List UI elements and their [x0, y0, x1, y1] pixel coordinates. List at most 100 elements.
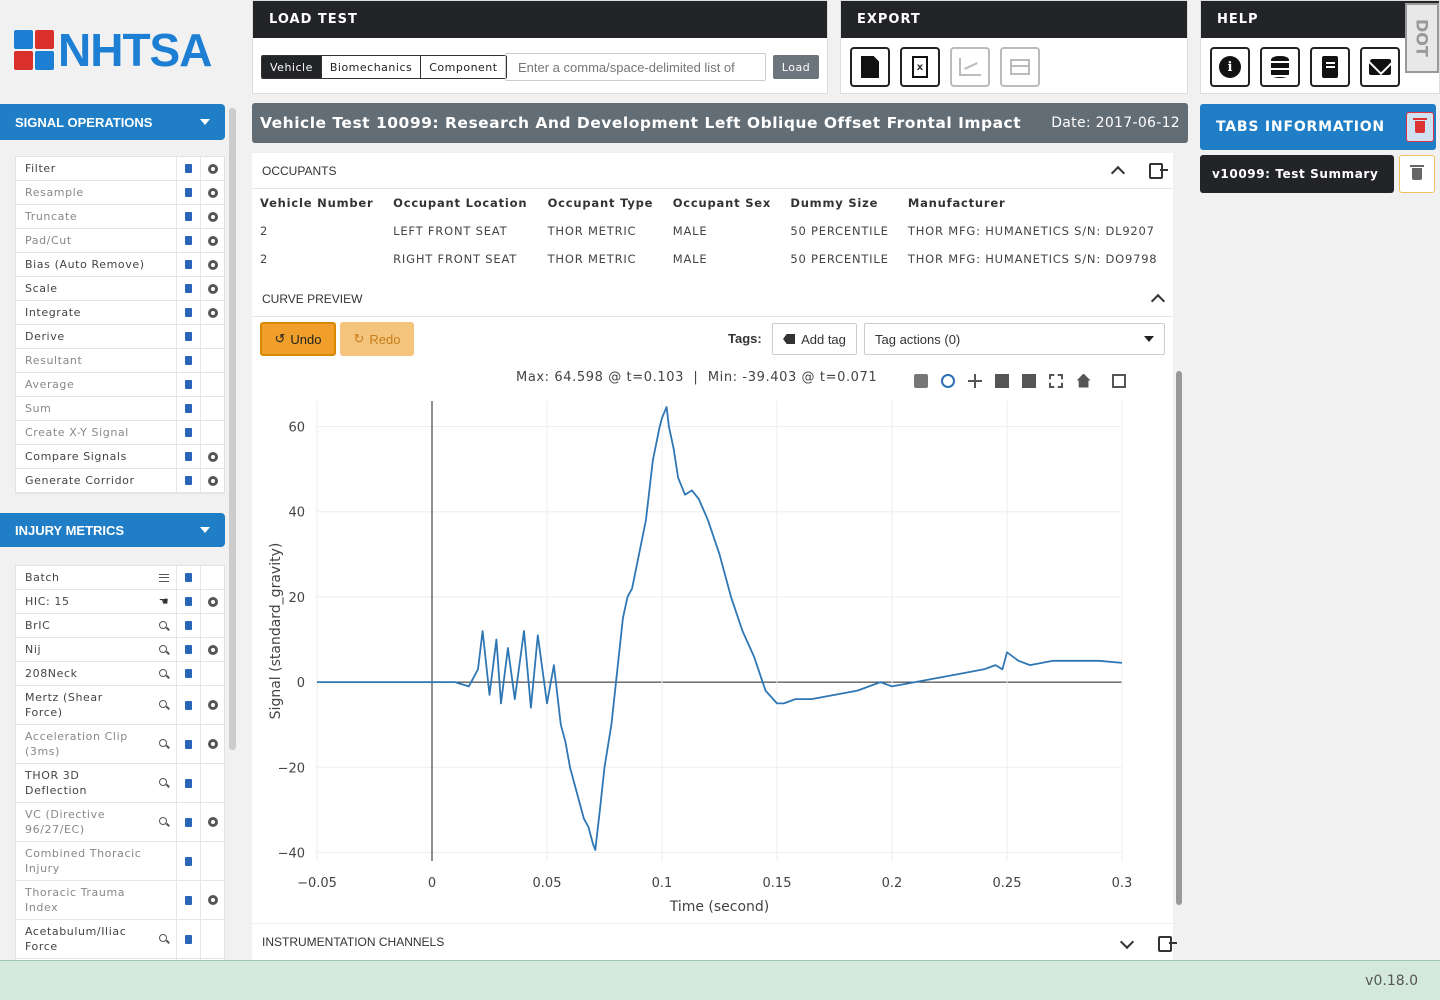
sidebar-row[interactable]: Derive — [16, 325, 224, 349]
sidebar-row[interactable]: Acetabulum/Iliac Force — [16, 920, 224, 959]
zoom-out-icon[interactable] — [1022, 373, 1037, 388]
curve-chart[interactable]: −40 −20 0 20 40 60 −0.05 0 0.05 0.1 0.15 0.2 0.25 0.3… — [252, 391, 1173, 923]
metric-search-cell[interactable] — [152, 614, 176, 637]
zoom-in-icon[interactable] — [995, 373, 1010, 388]
sidebar-row[interactable]: Integrate — [16, 301, 224, 325]
export-icon[interactable] — [1149, 162, 1168, 179]
chevron-up-icon[interactable] — [1150, 293, 1166, 309]
docs-cell[interactable] — [176, 181, 200, 204]
docs-cell[interactable] — [176, 590, 200, 613]
docs-cell[interactable] — [176, 881, 200, 919]
delete-tab-button[interactable] — [1399, 155, 1435, 193]
curve-preview-header[interactable]: CURVE PREVIEW — [252, 281, 1173, 317]
docs-cell[interactable] — [176, 397, 200, 420]
metric-search-cell[interactable] — [152, 662, 176, 685]
load-button[interactable]: Load — [773, 55, 819, 79]
settings-cell[interactable] — [200, 181, 224, 204]
docs-cell[interactable] — [176, 638, 200, 661]
sidebar-row[interactable]: Sum — [16, 397, 224, 421]
sidebar-row[interactable]: Acceleration Clip (3ms) — [16, 725, 224, 764]
injury-metrics-header[interactable]: INJURY METRICS — [0, 513, 225, 547]
contact-button[interactable] — [1360, 47, 1400, 87]
settings-cell[interactable] — [200, 638, 224, 661]
signal-operations-header[interactable]: SIGNAL OPERATIONS — [0, 104, 225, 140]
export-report-button[interactable] — [850, 47, 890, 87]
docs-cell[interactable] — [176, 662, 200, 685]
autoscale-icon[interactable] — [1049, 373, 1064, 388]
metric-search-cell[interactable] — [152, 764, 176, 802]
redo-button[interactable]: ↻ Redo — [340, 322, 414, 356]
sidebar-row[interactable]: Truncate — [16, 205, 224, 229]
docs-cell[interactable] — [176, 566, 200, 589]
docs-cell[interactable] — [176, 614, 200, 637]
metric-search-cell[interactable] — [152, 803, 176, 841]
export-icon[interactable] — [1158, 936, 1177, 952]
metric-search-cell[interactable] — [152, 920, 176, 958]
sidebar-row[interactable]: Pad/Cut — [16, 229, 224, 253]
metric-search-cell[interactable] — [152, 725, 176, 763]
docs-cell[interactable] — [176, 373, 200, 396]
delete-all-tabs-button[interactable] — [1406, 112, 1434, 142]
settings-cell[interactable] — [200, 301, 224, 324]
tab-test-summary[interactable]: v10099: Test Summary — [1200, 155, 1394, 193]
mode-tab-vehicle[interactable]: Vehicle — [262, 56, 321, 78]
settings-cell[interactable] — [200, 881, 224, 919]
docs-cell[interactable] — [176, 325, 200, 348]
sidebar-row[interactable]: Generate Corridor — [16, 469, 224, 493]
zoom-icon[interactable] — [941, 373, 956, 388]
sidebar-scrollbar[interactable] — [229, 108, 236, 750]
plot-scrollbar[interactable] — [1176, 371, 1182, 905]
sidebar-row[interactable]: Resample — [16, 181, 224, 205]
docs-cell[interactable] — [176, 686, 200, 724]
docs-cell[interactable] — [176, 764, 200, 802]
pan-icon[interactable] — [968, 373, 983, 388]
sidebar-row[interactable]: Bias (Auto Remove) — [16, 253, 224, 277]
settings-cell[interactable] — [200, 469, 224, 492]
docs-cell[interactable] — [176, 277, 200, 300]
docs-cell[interactable] — [176, 349, 200, 372]
docs-cell[interactable] — [176, 421, 200, 444]
settings-cell[interactable] — [200, 253, 224, 276]
chevron-up-icon[interactable] — [1110, 165, 1126, 181]
camera-icon[interactable] — [914, 373, 928, 388]
metric-search-cell[interactable] — [152, 566, 176, 589]
sidebar-row[interactable]: VC (Directive 96/27/EC) — [16, 803, 224, 842]
settings-cell[interactable] — [200, 803, 224, 841]
docs-cell[interactable] — [176, 725, 200, 763]
settings-cell[interactable] — [200, 725, 224, 763]
settings-cell[interactable] — [200, 205, 224, 228]
docs-cell[interactable] — [176, 920, 200, 958]
sidebar-row[interactable]: Resultant — [16, 349, 224, 373]
sidebar-row[interactable]: Scale — [16, 277, 224, 301]
test-id-input[interactable]: Enter a comma/space-delimited list of — [505, 53, 766, 81]
home-icon[interactable] — [1076, 373, 1091, 388]
sidebar-row[interactable]: Nij — [16, 638, 224, 662]
docs-cell[interactable] — [176, 301, 200, 324]
export-chart-button[interactable] — [950, 47, 990, 87]
sidebar-row[interactable]: Mertz (Shear Force) — [16, 686, 224, 725]
settings-cell[interactable] — [200, 590, 224, 613]
sidebar-row[interactable]: Filter — [16, 157, 224, 181]
sidebar-row[interactable]: BrIC — [16, 614, 224, 638]
instrumentation-header[interactable]: INSTRUMENTATION CHANNELS — [252, 924, 1173, 960]
database-button[interactable] — [1260, 47, 1300, 87]
docs-cell[interactable] — [176, 803, 200, 841]
mode-tab-biomechanics[interactable]: Biomechanics — [320, 56, 420, 78]
settings-cell[interactable] — [200, 686, 224, 724]
sidebar-row[interactable]: HIC: 15 ☚ — [16, 590, 224, 614]
sidebar-row[interactable]: 208Neck — [16, 662, 224, 686]
docs-cell[interactable] — [176, 229, 200, 252]
settings-cell[interactable] — [200, 229, 224, 252]
undo-button[interactable]: ↺ Undo — [260, 322, 336, 356]
settings-cell[interactable] — [200, 157, 224, 180]
tag-actions-select[interactable]: Tag actions (0) — [864, 323, 1165, 355]
occupants-header[interactable]: OCCUPANTS — [252, 153, 1173, 189]
sidebar-row[interactable]: Thoracic Trauma Index — [16, 881, 224, 920]
sidebar-row[interactable]: Compare Signals — [16, 445, 224, 469]
sidebar-row[interactable]: Combined Thoracic Injury — [16, 842, 224, 881]
metric-search-cell[interactable]: ☚ — [152, 590, 176, 613]
settings-cell[interactable] — [200, 277, 224, 300]
export-table-button[interactable] — [1000, 47, 1040, 87]
sidebar-row[interactable]: Average — [16, 373, 224, 397]
add-tag-button[interactable]: Add tag — [772, 323, 857, 355]
